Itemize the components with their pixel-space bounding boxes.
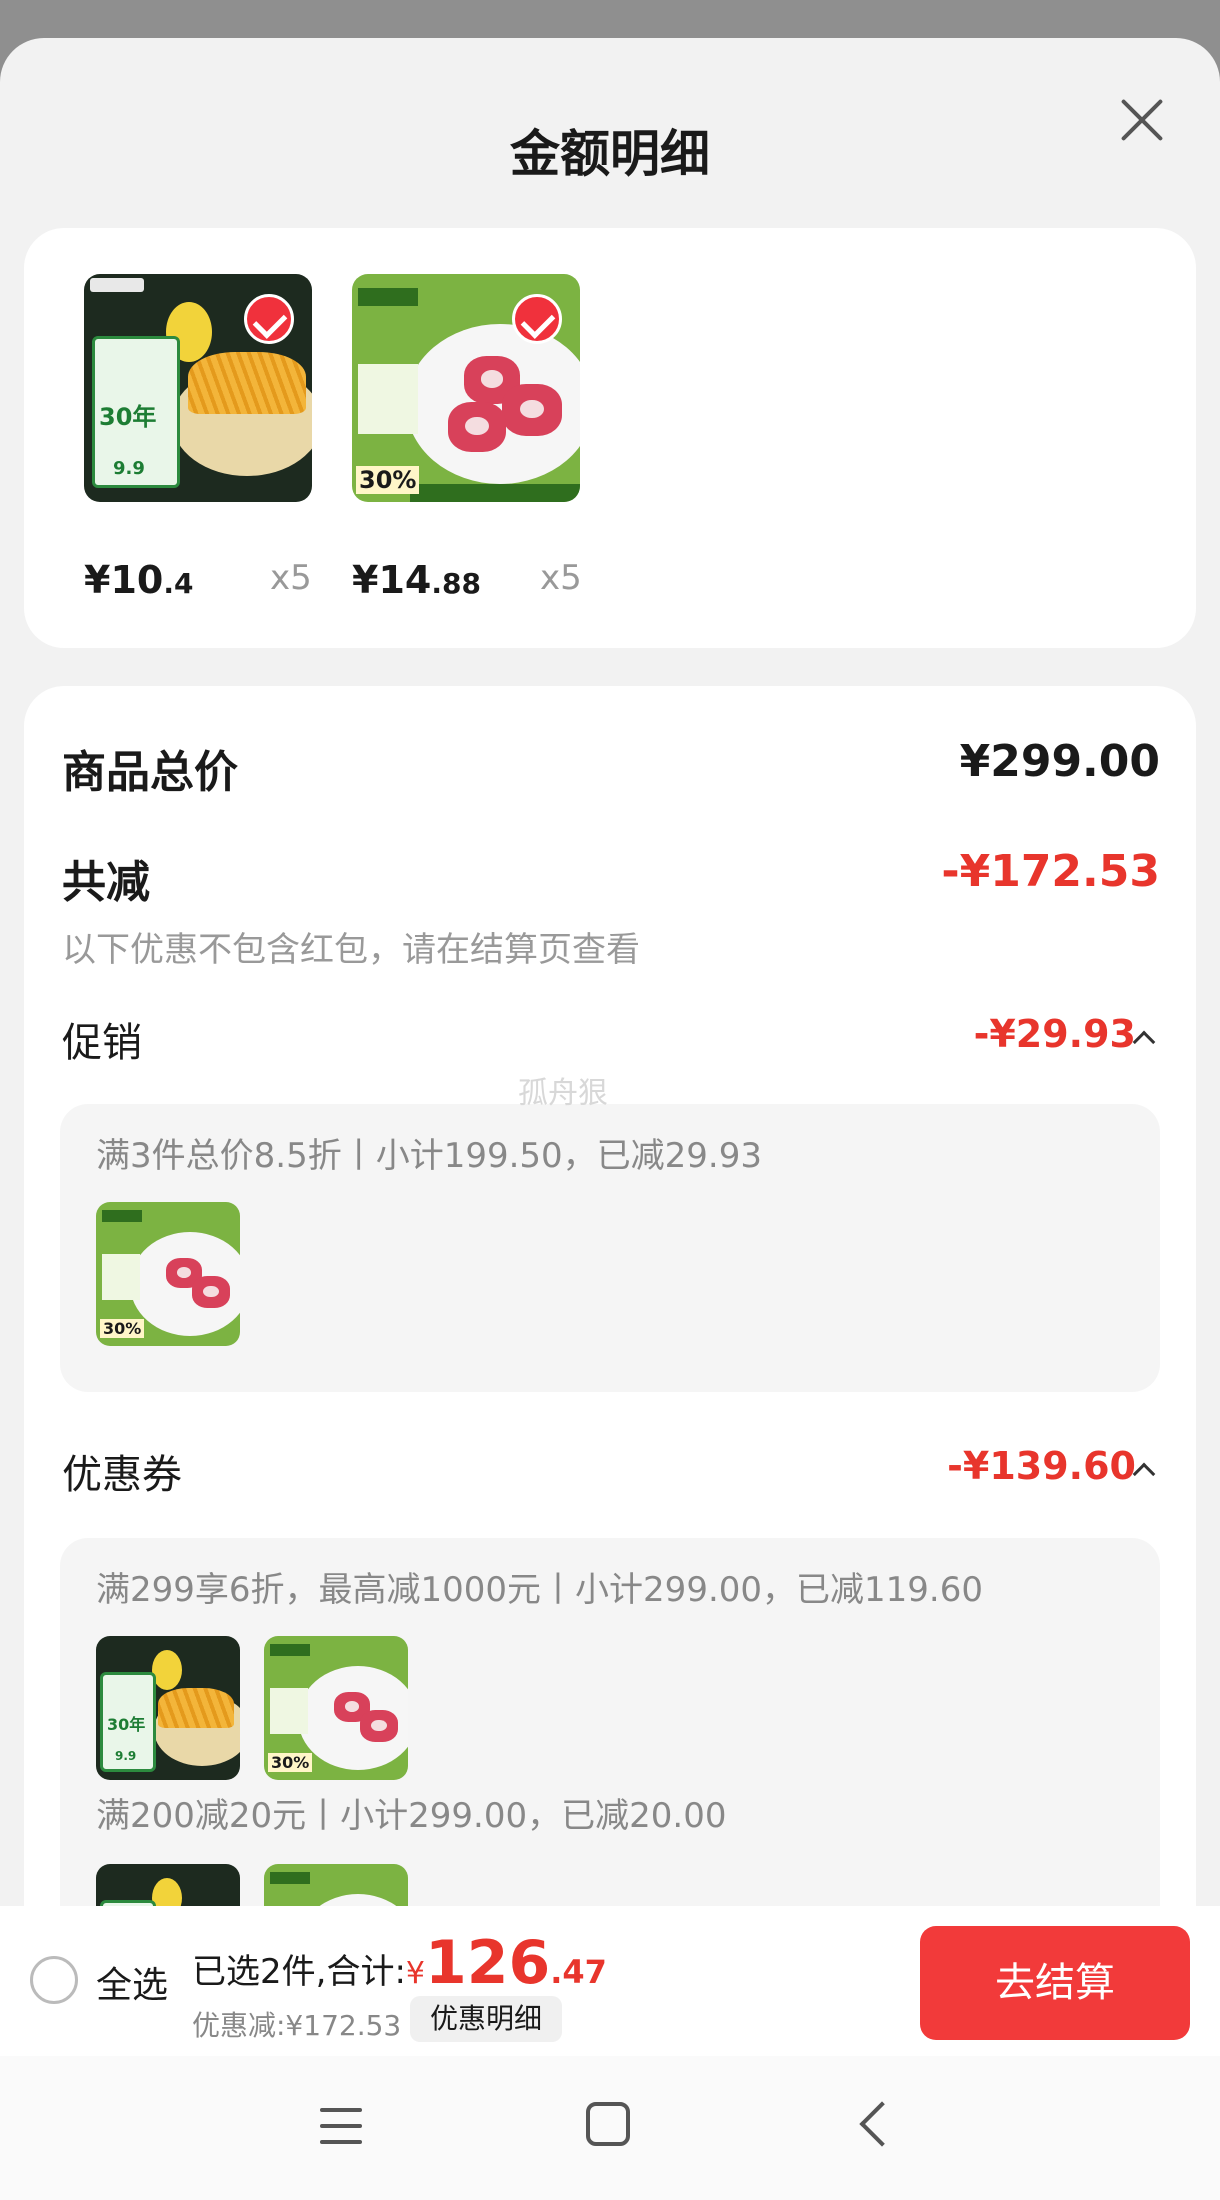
feature-panel (270, 1688, 308, 1734)
promotion-label: 促销 (62, 1020, 142, 1066)
badge-30-text: 30年 (99, 403, 157, 431)
badge-price-text: 9.9 (113, 458, 145, 479)
product-qty: x5 (270, 558, 312, 598)
coupon-line-2: 满200减20元丨小计299.00，已减20.00 (96, 1796, 727, 1836)
home-icon[interactable] (586, 2102, 630, 2146)
sheet-title: 金额明细 (510, 125, 710, 183)
brand-strip (270, 1872, 310, 1884)
feature-panel (358, 364, 418, 434)
check-icon[interactable] (244, 294, 294, 344)
total-label: 商品总价 (62, 747, 238, 798)
meat-decor (360, 1710, 398, 1742)
coupon-line-1: 满299享6折，最高减1000元丨小计299.00，已减119.60 (96, 1570, 983, 1610)
selected-total: 已选2件,合计:¥126.47 (192, 1928, 607, 1998)
product-price: ¥14.88 (352, 558, 481, 602)
watermark: 孤舟狠 (518, 1076, 608, 1111)
product-price: ¥10.4 (84, 558, 194, 602)
brand-strip (270, 1644, 310, 1656)
lemon-decor (152, 1650, 182, 1690)
badge-price-text: 9.9 (115, 1749, 137, 1763)
total-value: ¥299.00 (959, 736, 1160, 787)
sales-strip (410, 484, 580, 502)
total-decimal: .47 (550, 1953, 607, 1991)
brand-logo (90, 278, 144, 292)
discount-amount: 优惠减:¥172.53 (192, 2009, 402, 2042)
menu-icon[interactable] (320, 2106, 362, 2146)
feature-panel (102, 1254, 140, 1300)
coupon-amount[interactable]: -¥139.60 (947, 1444, 1136, 1488)
reduce-label: 共减 (62, 857, 150, 908)
meat-decor (502, 384, 562, 436)
discount-note: 以下优惠不包含红包，请在结算页查看 (62, 930, 640, 970)
product-card: 30年 9.9 30% ¥10.4 x5 ¥14.88 x5 (24, 228, 1196, 648)
system-nav-bar (0, 2056, 1220, 2200)
caret-up-icon[interactable] (1132, 1030, 1156, 1054)
fries-decor (188, 352, 306, 414)
promotion-box: 满3件总价8.5折丨小计199.50，已减29.93 30% (60, 1104, 1160, 1392)
meat-decor (192, 1276, 230, 1308)
checkout-button[interactable]: 去结算 (920, 1926, 1190, 2040)
discount-tag: 30% (268, 1753, 313, 1772)
selected-summary: 已选2件,合计: (192, 1952, 406, 1992)
promotion-amount[interactable]: -¥29.93 (974, 1012, 1136, 1056)
brand-strip (358, 288, 418, 306)
caret-up-icon[interactable] (1132, 1462, 1156, 1486)
fries-decor (158, 1688, 234, 1728)
close-icon[interactable] (1112, 90, 1172, 150)
radio-icon[interactable] (30, 1956, 78, 2004)
product-badge: 30年 9.9 (92, 336, 180, 488)
product-image-meat[interactable]: 30% (352, 274, 580, 502)
check-icon[interactable] (512, 294, 562, 344)
product-badge: 30年 9.9 (100, 1672, 156, 1772)
amount-detail-sheet: 金额明细 30年 9.9 30% ¥10.4 x5 ¥14.88 x5 商品总价… (0, 38, 1220, 2200)
currency-symbol: ¥ (405, 1956, 425, 1991)
select-all-label[interactable]: 全选 (96, 1956, 168, 2008)
brand-strip (102, 1210, 142, 1222)
product-image-fries[interactable]: 30年 9.9 (84, 274, 312, 502)
coupon-thumb-meat[interactable]: 30% (264, 1636, 408, 1780)
product-qty: x5 (540, 558, 582, 598)
discount-detail-button[interactable]: 优惠明细 (410, 1996, 563, 2042)
back-icon[interactable] (859, 2101, 905, 2147)
promotion-thumb-meat[interactable]: 30% (96, 1202, 240, 1346)
coupon-label: 优惠券 (62, 1452, 182, 1498)
discount-tag: 30% (356, 466, 420, 494)
promotion-line: 满3件总价8.5折丨小计199.50，已减29.93 (96, 1136, 763, 1176)
reduce-value: -¥172.53 (941, 846, 1160, 897)
coupon-thumb-fries[interactable]: 30年 9.9 (96, 1636, 240, 1780)
total-integer: 126 (425, 1928, 551, 1998)
meat-decor (448, 402, 506, 452)
checkout-bar: 全选 已选2件,合计:¥126.47 优惠减:¥172.53 优惠明细 去结算 (0, 1906, 1220, 2056)
discount-tag: 30% (100, 1319, 145, 1338)
badge-30-text: 30年 (107, 1715, 146, 1734)
